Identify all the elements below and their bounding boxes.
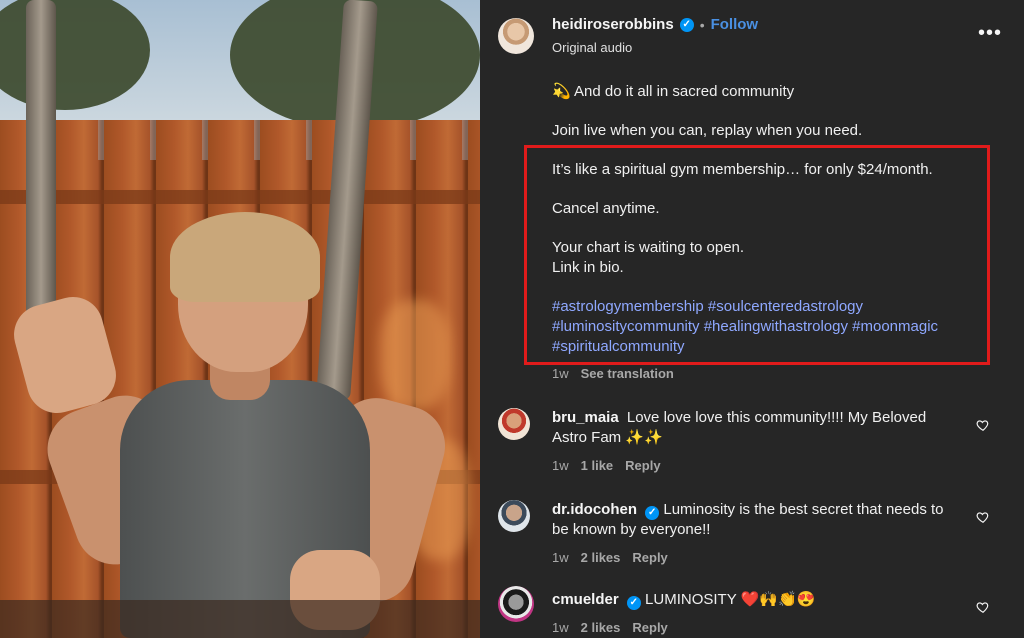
verified-badge-icon: ✓ xyxy=(679,17,694,32)
comment-meta: 1w 1 like Reply xyxy=(552,458,661,473)
audio-label[interactable]: Original audio xyxy=(552,40,632,55)
commenter-avatar[interactable] xyxy=(498,500,530,532)
separator-dot: • xyxy=(699,16,705,33)
fence-top-gaps xyxy=(0,120,480,160)
verified-badge-icon: ✓ xyxy=(645,506,660,520)
verified-badge-icon: ✓ xyxy=(626,596,641,610)
comment-meta: 1w 2 likes Reply xyxy=(552,550,668,565)
more-options-icon[interactable]: ••• xyxy=(978,22,1002,45)
heart-outline-icon[interactable] xyxy=(976,510,990,524)
commenter-avatar[interactable] xyxy=(498,408,530,440)
reply-button[interactable]: Reply xyxy=(625,458,660,473)
comment-likes[interactable]: 1 like xyxy=(581,458,614,473)
heart-outline-icon[interactable] xyxy=(976,418,990,432)
sunlight-patch xyxy=(380,300,450,410)
commenter-username[interactable]: bru_maia xyxy=(552,409,619,426)
post-meta: 1w See translation xyxy=(552,366,674,381)
highlight-box xyxy=(524,145,990,365)
comment-body: LUMINOSITY ❤️🙌👏😍 xyxy=(645,591,816,608)
heart-outline-icon[interactable] xyxy=(976,600,990,614)
caption-line: 💫 And do it all in sacred community xyxy=(552,83,795,100)
reply-button[interactable]: Reply xyxy=(632,550,667,565)
caption-line: Join live when you can, replay when you … xyxy=(552,122,863,139)
commenter-username[interactable]: dr.idocohen xyxy=(552,501,637,518)
reply-button[interactable]: Reply xyxy=(632,620,667,635)
commenter-username[interactable]: cmuelder xyxy=(552,591,619,608)
author-avatar[interactable] xyxy=(498,18,534,54)
person-hair xyxy=(170,212,320,302)
table-edge xyxy=(0,600,480,638)
comment-likes[interactable]: 2 likes xyxy=(581,550,621,565)
see-translation-button[interactable]: See translation xyxy=(581,366,674,381)
follow-button[interactable]: Follow xyxy=(711,16,759,33)
post-header: heidiroserobbins ✓ • Follow xyxy=(552,16,758,33)
author-username[interactable]: heidiroserobbins xyxy=(552,16,674,33)
comment-time[interactable]: 1w xyxy=(552,550,569,565)
video-frame[interactable] xyxy=(0,0,480,638)
comment-time[interactable]: 1w xyxy=(552,458,569,473)
commenter-avatar[interactable] xyxy=(498,586,534,622)
post-time[interactable]: 1w xyxy=(552,366,569,381)
comment-text: dr.idocohen ✓ Luminosity is the best sec… xyxy=(552,500,962,540)
comment-meta: 1w 2 likes Reply xyxy=(552,620,668,635)
comment-text: cmuelder ✓ LUMINOSITY ❤️🙌👏😍 xyxy=(552,590,962,610)
comment-text: bru_maia Love love love this community!!… xyxy=(552,408,962,448)
comment-time[interactable]: 1w xyxy=(552,620,569,635)
fence-rail xyxy=(0,190,480,204)
tree-trunk xyxy=(26,0,56,320)
comment-likes[interactable]: 2 likes xyxy=(581,620,621,635)
